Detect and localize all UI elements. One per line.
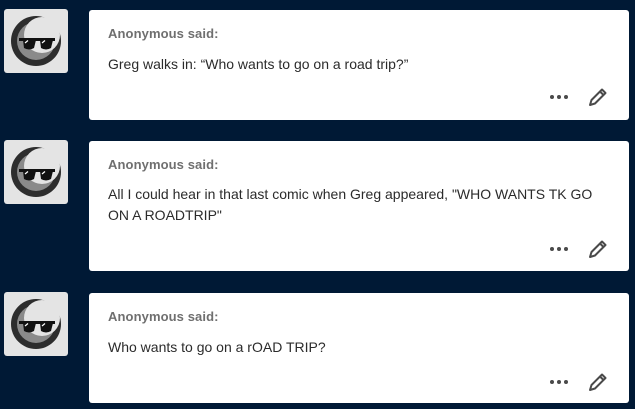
ask-card: Anonymous said: Greg walks in: “Who want… bbox=[89, 10, 629, 120]
ask-message: All I could hear in that last comic when… bbox=[108, 186, 593, 223]
ask-message: Greg walks in: “Who wants to go on a roa… bbox=[108, 56, 409, 72]
ask-message: Who wants to go on a rOAD TRIP? bbox=[108, 339, 326, 355]
pencil-icon[interactable] bbox=[587, 86, 609, 108]
more-dots-icon[interactable] bbox=[549, 87, 569, 107]
pencil-icon[interactable] bbox=[587, 371, 609, 393]
asker-name: Anonymous said: bbox=[108, 157, 219, 172]
post-actions bbox=[549, 238, 609, 260]
post-actions bbox=[549, 86, 609, 108]
anonymous-sunglasses-icon bbox=[10, 146, 62, 198]
asker-name: Anonymous said: bbox=[108, 309, 219, 324]
ask-card: Anonymous said: All I could hear in that… bbox=[89, 141, 629, 271]
ask-card: Anonymous said: Who wants to go on a rOA… bbox=[89, 293, 629, 403]
avatar[interactable] bbox=[4, 9, 68, 73]
asker-name: Anonymous said: bbox=[108, 26, 219, 41]
anonymous-sunglasses-icon bbox=[10, 15, 62, 67]
pencil-icon[interactable] bbox=[587, 238, 609, 260]
avatar[interactable] bbox=[4, 292, 68, 356]
more-dots-icon[interactable] bbox=[549, 372, 569, 392]
anonymous-sunglasses-icon bbox=[10, 298, 62, 350]
more-dots-icon[interactable] bbox=[549, 239, 569, 259]
avatar[interactable] bbox=[4, 140, 68, 204]
post-actions bbox=[549, 371, 609, 393]
